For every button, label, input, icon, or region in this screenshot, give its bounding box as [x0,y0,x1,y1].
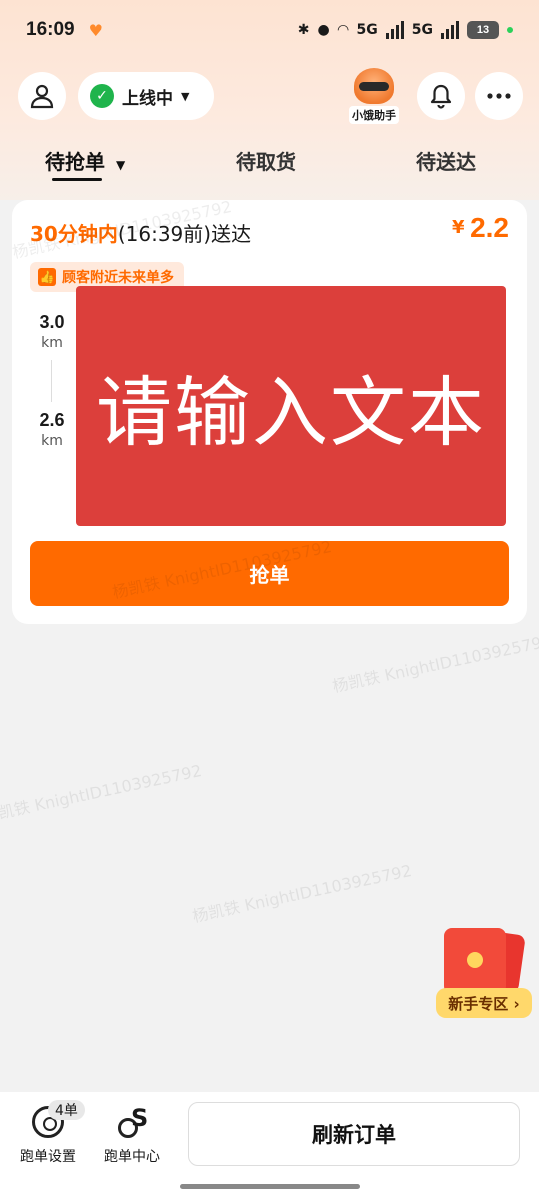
signal-icon [441,21,459,39]
watermark: 杨凯铁 KnightID1103925792 [330,630,539,697]
location-icon: ● [317,22,330,38]
tab-pending-delivery[interactable]: 待送达 [416,146,476,175]
status-time: 16:09 [26,19,75,40]
delivery-distance-unit: km [41,433,63,449]
route-icon [116,1104,148,1138]
check-icon: ✓ [90,84,114,108]
assistant-button[interactable]: 小饿助手 [344,68,404,124]
status-bar: 16:09 ♥ ✱ ● ◠ 5G 5G 13 [0,0,539,60]
delivery-deadline: 30分钟内(16:39前)送达 [30,218,251,247]
signal-label-2: 5G [411,22,433,38]
red-envelope-icon [444,928,506,994]
assistant-label: 小饿助手 [349,106,399,124]
battery-icon: 13 [467,21,499,39]
status-icons: ✱ ● ◠ 5G 5G 13 [298,21,513,39]
tab-label: 待取货 [236,150,296,174]
active-tab-indicator [52,178,102,181]
tab-pending-grab[interactable]: 待抢单 ▼ [45,146,125,175]
caret-down-icon: ▼ [181,89,190,103]
profile-button[interactable] [18,72,66,120]
signal-icon [385,21,404,39]
online-status-label: 上线中 [122,88,173,109]
newbie-zone-promo[interactable]: 新手专区 › [436,928,532,1020]
newbie-zone-label: 新手专区 › [436,988,532,1018]
order-tag-label: 顾客附近未来单多 [62,270,174,286]
tab-pending-pickup[interactable]: 待取货 [236,146,296,175]
refresh-orders-button[interactable]: 刷新订单 [188,1102,520,1166]
price-value: 2.2 [470,212,509,243]
bluetooth-icon: ✱ [297,22,310,38]
order-center-label: 跑单中心 [104,1149,160,1165]
camera-indicator [507,27,513,33]
caret-down-icon: ▼ [115,158,126,172]
pickup-distance-value: 3.0 [39,312,65,332]
bell-icon [430,84,452,109]
price-currency: ¥ [451,217,465,238]
pickup-distance-unit: km [41,335,63,351]
address-redaction-overlay: 请输入文本 [76,286,506,526]
order-tabs: 待抢单 ▼ 待取货 待送达 [0,140,539,184]
pickup-distance: 3.0 km [30,312,74,351]
order-count-badge: 4单 [48,1100,85,1120]
online-status-toggle[interactable]: ✓ 上线中 ▼ [78,72,214,120]
signal-label-1: 5G [356,22,378,38]
user-icon [30,84,54,109]
watermark: 杨凯铁 KnightID1103925792 [0,760,204,827]
delivery-distance: 2.6 km [30,410,74,449]
more-button[interactable] [475,72,523,120]
thumbs-up-icon: 👍 [38,268,56,286]
order-price: ¥ 2.2 [452,212,509,244]
grab-order-button[interactable]: 抢单 [30,541,509,606]
deadline-text: (16:39前)送达 [117,222,252,246]
order-center-button[interactable]: 跑单中心 [99,1104,165,1166]
order-card[interactable]: 30分钟内(16:39前)送达 ¥ 2.2 👍 顾客附近未来单多 3.0 km … [12,200,527,624]
wifi-icon: ◠ [337,22,349,38]
more-icon [487,93,511,99]
assistant-avatar [354,68,394,104]
header-row: ✓ 上线中 ▼ 小饿助手 [18,68,523,124]
notification-button[interactable] [417,72,465,120]
order-settings-label: 跑单设置 [20,1149,76,1165]
deadline-highlight: 30分钟内 [30,222,118,246]
watermark: 杨凯铁 KnightID1103925792 [190,860,414,927]
route-connector [51,360,52,402]
tab-label: 待送达 [416,150,476,174]
tab-label: 待抢单 [45,150,105,174]
home-indicator[interactable] [180,1184,360,1189]
delivery-distance-value: 2.6 [39,410,65,430]
app-notification-icon: ♥ [88,20,103,40]
